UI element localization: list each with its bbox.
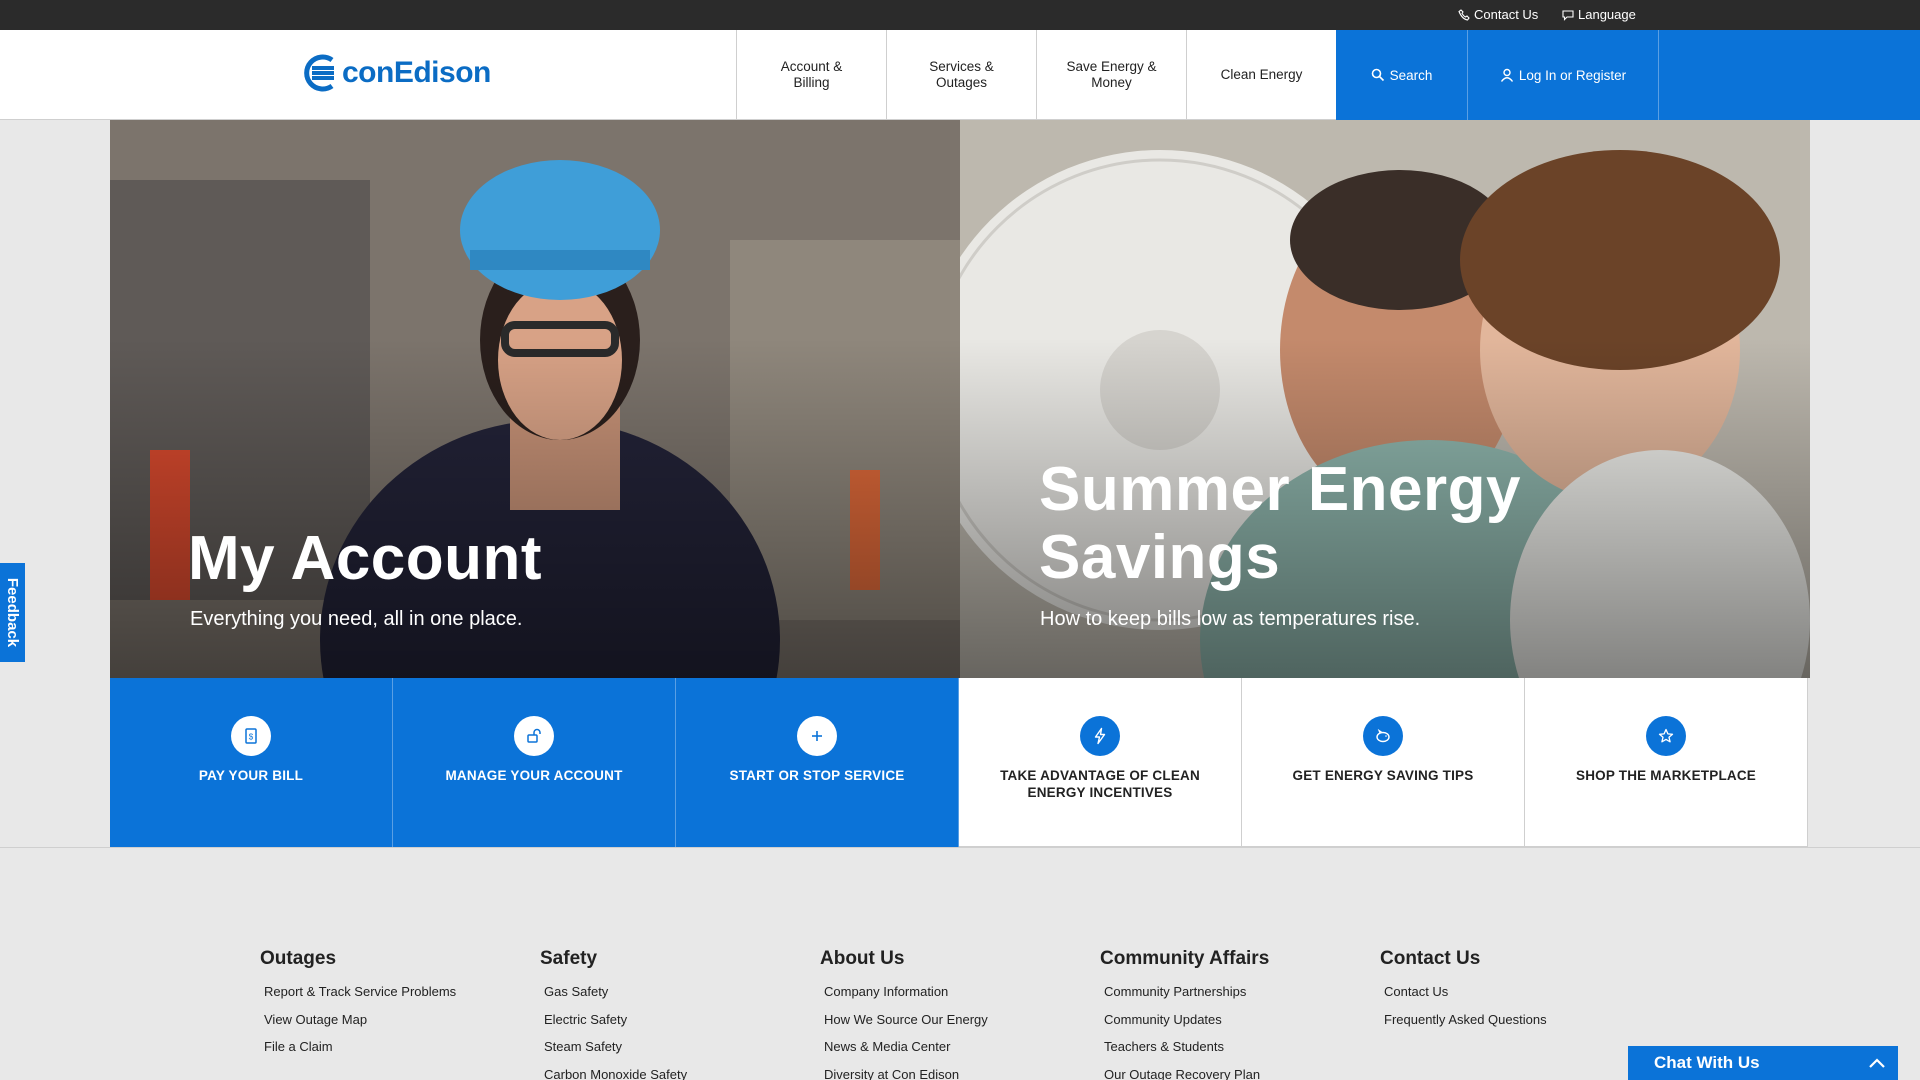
nav-label-line1: Services &: [929, 59, 994, 74]
utility-language-link[interactable]: Language: [1562, 7, 1636, 22]
bill-icon: $: [231, 716, 271, 756]
hero-right-title-line2: Savings: [1039, 523, 1281, 592]
logo[interactable]: conEdison: [294, 54, 491, 92]
hero-left-title: My Account: [188, 524, 543, 593]
hero-right-subtitle: How to keep bills low as temperatures ri…: [1040, 608, 1421, 630]
nav-label-line1: Clean Energy: [1220, 67, 1303, 82]
chat-label: Chat With Us: [1654, 1053, 1760, 1072]
site-header: conEdison Account & Billing Services & Out…: [0, 30, 1920, 120]
header-blue-fill: [1658, 30, 1920, 120]
utility-contact-link[interactable]: Contact Us: [1458, 7, 1538, 22]
quick-link-energy-saving-tips[interactable]: GET ENERGY SAVING TIPS: [1242, 678, 1525, 847]
footer-link[interactable]: Community Partnerships: [1104, 983, 1269, 1011]
footer-link[interactable]: Diversity at Con Edison: [824, 1066, 988, 1080]
footer-col-community-affairs: Community Affairs Community Partnerships…: [1100, 948, 1269, 1080]
utility-bar: Contact Us Language: [0, 0, 1920, 30]
logo-text: conEdison: [342, 56, 491, 89]
nav-label-line1: Save Energy &: [1066, 59, 1157, 74]
nav-label-line2: Money: [1091, 75, 1132, 90]
svg-text:$: $: [249, 733, 254, 742]
feedback-label: Feedback: [4, 577, 22, 648]
footer-heading: About Us: [820, 948, 905, 969]
footer-link[interactable]: Steam Safety: [544, 1038, 687, 1066]
footer-link[interactable]: Frequently Asked Questions: [1384, 1011, 1547, 1039]
speech-bubble-icon: [1562, 9, 1574, 21]
con-edison-logo-icon: [304, 54, 334, 92]
quick-link-label: PAY YOUR BILL: [198, 768, 304, 783]
search-icon: [1371, 68, 1384, 82]
quick-link-manage-account[interactable]: MANAGE YOUR ACCOUNT: [393, 678, 676, 847]
nav-account-billing[interactable]: Account & Billing: [736, 30, 886, 120]
nav-services-outages[interactable]: Services & Outages: [886, 30, 1036, 120]
login-label: Log In or Register: [1518, 67, 1627, 83]
footer-link[interactable]: Electric Safety: [544, 1011, 687, 1039]
footer-link[interactable]: Company Information: [824, 983, 988, 1011]
quick-link-label: MANAGE YOUR ACCOUNT: [445, 768, 623, 783]
quick-link-clean-energy-incentives[interactable]: TAKE ADVANTAGE OF CLEAN ENERGY INCENTIVE…: [959, 678, 1242, 847]
search-label: Search: [1389, 67, 1433, 83]
footer-link[interactable]: Community Updates: [1104, 1011, 1269, 1039]
footer-link[interactable]: View Outage Map: [264, 1011, 456, 1039]
quick-link-label: TAKE ADVANTAGE OF CLEAN ENERGY INCENTIVE…: [1000, 768, 1200, 800]
footer-col-outages: Outages Report & Track Service Problems …: [260, 948, 456, 1066]
hero-summer-savings[interactable]: Summer Energy Savings How to keep bills …: [960, 120, 1810, 678]
footer-link[interactable]: File a Claim: [264, 1038, 456, 1066]
quick-link-pay-bill[interactable]: $ PAY YOUR BILL: [110, 678, 393, 847]
phone-icon: [1458, 8, 1470, 21]
footer-link[interactable]: Carbon Monoxide Safety: [544, 1066, 687, 1080]
footer-heading: Outages: [260, 948, 337, 969]
footer-link[interactable]: Our Outage Recovery Plan: [1104, 1066, 1269, 1080]
plus-icon: [797, 716, 837, 756]
utility-contact-label: Contact Us: [1474, 7, 1539, 22]
hero-right-title-line1: Summer Energy: [1039, 455, 1522, 524]
footer-link[interactable]: How We Source Our Energy: [824, 1011, 988, 1039]
lightning-icon: [1080, 716, 1120, 756]
quick-link-label: GET ENERGY SAVING TIPS: [1292, 768, 1474, 783]
hero-right-title: Summer Energy Savings: [1039, 456, 1521, 592]
nav-label-line1: Account &: [780, 59, 843, 74]
user-icon: [1500, 68, 1513, 82]
footer-col-safety: Safety Gas Safety Electric Safety Steam …: [540, 948, 687, 1080]
chat-with-us-button[interactable]: Chat With Us: [1628, 1046, 1898, 1080]
footer-col-about-us: About Us Company Information How We Sour…: [820, 948, 988, 1080]
quick-link-marketplace[interactable]: SHOP THE MARKETPLACE: [1525, 678, 1808, 847]
quick-link-label: START OR STOP SERVICE: [729, 768, 905, 783]
nav-save-energy-money[interactable]: Save Energy & Money: [1036, 30, 1186, 120]
section-divider: [0, 847, 1920, 848]
footer-link[interactable]: Report & Track Service Problems: [264, 983, 456, 1011]
footer-link[interactable]: Gas Safety: [544, 983, 687, 1011]
footer-link[interactable]: Teachers & Students: [1104, 1038, 1269, 1066]
utility-language-label: Language: [1578, 7, 1636, 22]
footer-heading: Community Affairs: [1100, 948, 1270, 969]
feedback-tab[interactable]: Feedback: [0, 563, 25, 662]
nav-label-line2: Outages: [935, 75, 988, 90]
star-icon: [1646, 716, 1686, 756]
piggy-bank-icon: [1363, 716, 1403, 756]
nav-label-line2: Billing: [793, 75, 830, 90]
chevron-up-icon: [1869, 1058, 1885, 1068]
search-button[interactable]: Search: [1336, 30, 1467, 120]
footer-link[interactable]: Contact Us: [1384, 983, 1547, 1011]
hero-my-account[interactable]: My Account Everything you need, all in o…: [110, 120, 960, 678]
footer-link[interactable]: News & Media Center: [824, 1038, 988, 1066]
lock-icon: [514, 716, 554, 756]
footer-heading: Safety: [540, 948, 598, 969]
footer-heading: Contact Us: [1380, 948, 1481, 969]
quick-link-start-stop-service[interactable]: START OR STOP SERVICE: [676, 678, 959, 847]
nav-clean-energy[interactable]: Clean Energy: [1186, 30, 1336, 120]
login-register-button[interactable]: Log In or Register: [1467, 30, 1658, 120]
footer-col-contact-us: Contact Us Contact Us Frequently Asked Q…: [1380, 948, 1547, 1038]
hero-left-subtitle: Everything you need, all in one place.: [190, 608, 523, 630]
quick-link-label: SHOP THE MARKETPLACE: [1575, 768, 1756, 783]
